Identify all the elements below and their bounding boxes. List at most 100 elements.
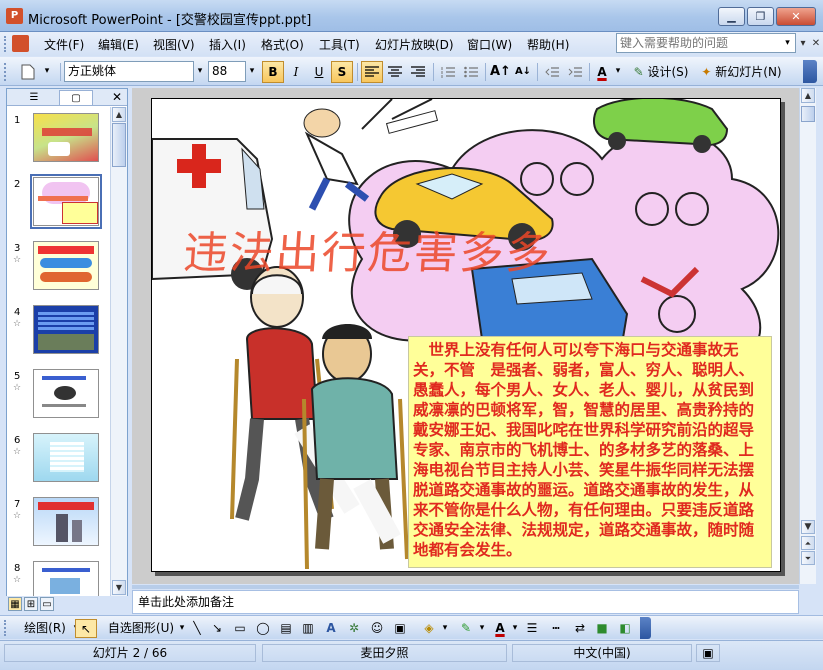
bold-button[interactable]: B [262,61,284,83]
autoshapes-menu-button[interactable]: 自选图形(U) [105,619,177,638]
design-button[interactable]: ✎ 设计(S) [630,61,692,83]
fill-color-icon[interactable]: ◈ [418,619,440,638]
font-name-combo[interactable]: 方正姚体 [64,61,194,82]
increase-font-button[interactable]: A↑ [489,61,511,83]
increase-indent-button[interactable] [564,61,586,83]
numbering-button[interactable] [437,61,459,83]
bullets-button[interactable] [460,61,482,83]
decrease-indent-button[interactable] [541,61,563,83]
align-center-button[interactable] [384,61,406,83]
mdi-close-icon[interactable]: ✕ [810,37,822,51]
slide-thumbnail-1[interactable]: 1 [7,113,110,173]
font-color-button[interactable]: A [593,61,611,83]
drawing-font-color-icon[interactable]: A [490,619,510,638]
scroll-down-icon[interactable]: ▼ [112,580,126,595]
slide-thumbnail-2[interactable]: 2 [7,174,110,237]
drawing-font-color-dropdown-icon[interactable]: ▾ [510,619,520,638]
new-doc-dropdown-icon[interactable]: ▾ [40,62,54,81]
scroll-up-icon[interactable]: ▲ [112,107,126,122]
autoshapes-dropdown-icon[interactable]: ▾ [177,619,187,638]
scroll-thumb[interactable] [112,123,126,167]
wordart-icon[interactable]: A [322,619,340,638]
arrow-style-icon[interactable]: ⇄ [570,619,590,638]
help-search-input[interactable] [616,33,796,53]
menu-edit[interactable]: 编辑(E) [98,36,139,53]
slide-thumbnail-6[interactable]: 6 ☆ [7,433,110,493]
powerpoint-app-icon[interactable]: P [6,8,23,24]
toolbar-grip[interactable] [4,620,8,636]
scroll-up-icon[interactable]: ▲ [801,88,815,103]
clipart-icon[interactable]: ☺ [368,619,386,638]
scroll-thumb[interactable] [801,106,815,122]
fill-color-dropdown-icon[interactable]: ▾ [440,619,450,638]
slide-body-textbox[interactable]: 世界上没有任何人可以夸下海口与交通事故无关，不管 是强者、弱者，富人、穷人、聪明… [408,336,772,568]
tab-outline[interactable]: ☰ [17,90,51,105]
close-pane-icon[interactable]: ✕ [112,89,122,105]
slides-pane-scrollbar[interactable]: ▲ ▼ [110,107,127,597]
previous-slide-icon[interactable]: ⏶ [801,536,815,550]
rectangle-tool-icon[interactable]: ▭ [230,619,250,638]
shadow-button[interactable]: S [331,61,353,83]
arrow-tool-icon[interactable]: ↘ [208,619,226,638]
shadow-style-icon[interactable]: ■ [593,619,611,638]
menu-slideshow[interactable]: 幻灯片放映(D) [375,36,454,53]
align-left-button[interactable] [361,61,383,83]
menu-window[interactable]: 窗口(W) [467,36,512,53]
slide-sorter-view-icon[interactable]: ⊞ [24,597,38,611]
menu-tools[interactable]: 工具(T) [319,36,360,53]
document-icon[interactable] [12,35,29,52]
tab-slides[interactable]: ▢ [59,90,93,105]
slide-thumbnail-8[interactable]: 8 ☆ [7,561,110,597]
toolbar-options-icon[interactable] [803,60,817,83]
diagram-icon[interactable]: ✲ [345,619,363,638]
draw-menu-button[interactable]: 绘图(R) [20,619,70,638]
line-color-dropdown-icon[interactable]: ▾ [477,619,487,638]
decrease-font-button[interactable]: A↓ [512,61,534,83]
slide-thumbnail-5[interactable]: 5 ☆ [7,369,110,429]
menu-file[interactable]: 文件(F) [44,36,84,53]
notes-pane[interactable]: 单击此处添加备注 [132,590,799,614]
slide-thumbnail-3[interactable]: 3 ☆ [7,241,110,301]
picture-icon[interactable]: ▣ [391,619,409,638]
slide-title[interactable]: 违法出行危害多多 [182,217,554,281]
menu-view[interactable]: 视图(V) [153,36,195,53]
scroll-down-icon[interactable]: ▼ [801,520,815,534]
font-size-dropdown-icon[interactable]: ▾ [245,62,259,81]
vertical-textbox-icon[interactable]: ▥ [299,619,317,638]
menu-help[interactable]: 帮助(H) [527,36,569,53]
select-objects-icon[interactable]: ↖ [75,619,97,638]
toolbar-grip[interactable] [4,63,8,81]
help-dropdown-icon[interactable]: ▾ [780,34,795,52]
italic-button[interactable]: I [285,61,307,83]
menu-insert[interactable]: 插入(I) [209,36,246,53]
spelling-status-icon[interactable]: ▣ [696,644,720,662]
slide-thumbnail-4[interactable]: 4 ☆ [7,305,110,365]
textbox-tool-icon[interactable]: ▤ [277,619,295,638]
next-slide-icon[interactable]: ⏷ [801,551,815,565]
align-right-button[interactable] [407,61,429,83]
underline-button[interactable]: U [308,61,330,83]
slide-thumbnail-7[interactable]: 7 ☆ [7,497,110,557]
minimize-button[interactable]: ▁ [718,7,745,26]
line-tool-icon[interactable]: ╲ [188,619,206,638]
drawing-toolbar-options-icon[interactable] [640,617,651,639]
line-style-icon[interactable]: ☰ [522,619,542,638]
new-document-icon[interactable] [16,61,40,83]
font-size-combo[interactable]: 88 [208,61,246,82]
dash-style-icon[interactable]: ┅ [546,619,566,638]
slide-canvas[interactable]: 违法出行危害多多 世界上没有任何人可以夸下海口与交通事故无关，不管 是强者、弱者… [151,98,781,572]
3d-style-icon[interactable]: ◧ [616,619,634,638]
menu-format[interactable]: 格式(O) [261,36,304,53]
close-button[interactable]: ✕ [776,7,816,26]
slide-scrollbar[interactable]: ▲ ▼ ⏶ ⏷ [799,88,816,584]
font-color-dropdown-icon[interactable]: ▾ [611,62,625,81]
menu-grip[interactable] [4,36,8,52]
slideshow-view-icon[interactable]: ▭ [40,597,54,611]
new-slide-button[interactable]: ✦ 新幻灯片(N) [697,61,786,83]
restore-button[interactable]: ❐ [747,7,774,26]
notes-splitter[interactable] [132,585,799,589]
oval-tool-icon[interactable]: ◯ [253,619,273,638]
line-color-icon[interactable]: ✎ [455,619,477,638]
font-name-dropdown-icon[interactable]: ▾ [193,62,207,81]
normal-view-icon[interactable]: ▦ [8,597,22,611]
